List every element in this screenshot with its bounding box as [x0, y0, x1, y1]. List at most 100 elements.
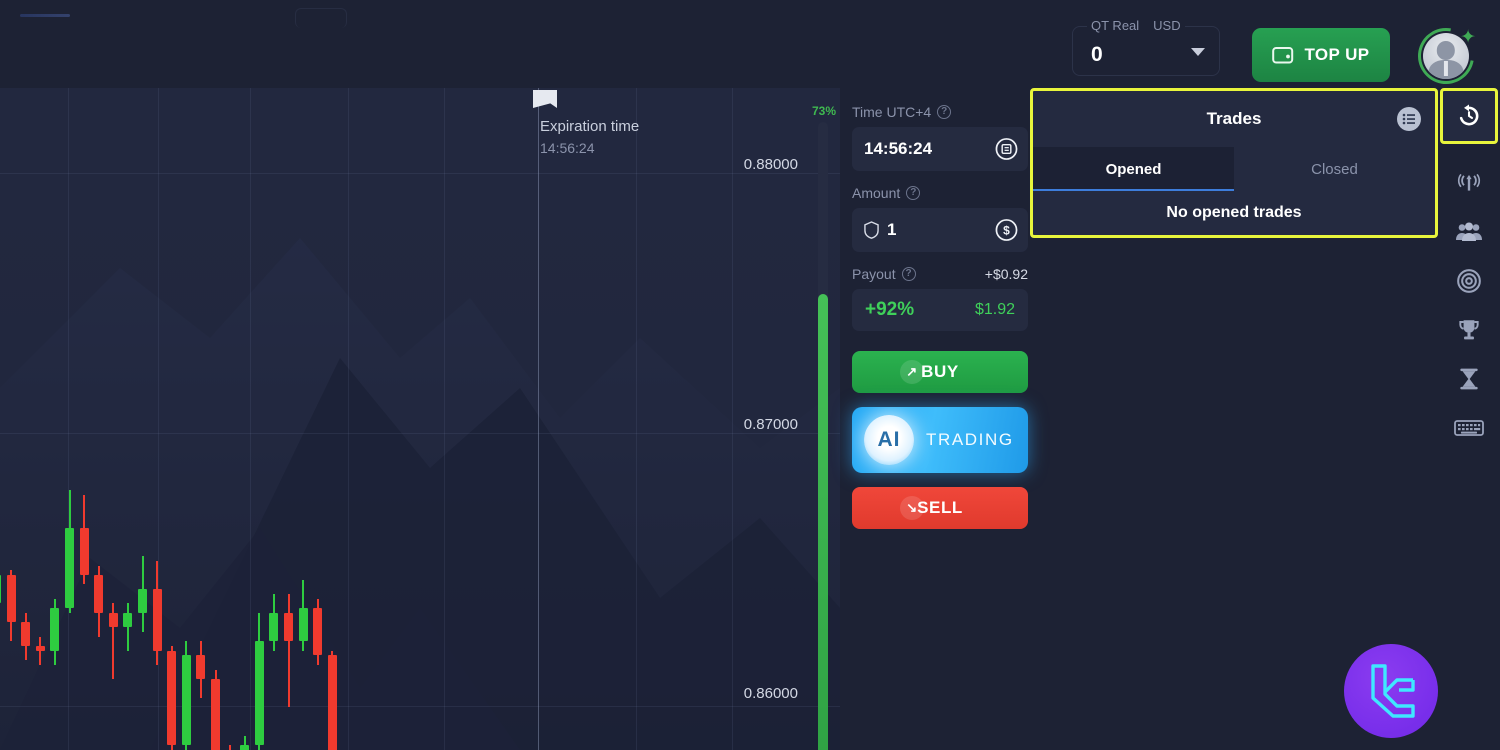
social-people-icon [1456, 222, 1482, 241]
buy-label: BUY [921, 362, 959, 381]
topbar-tab-ghost [295, 8, 347, 28]
amount-field-label: Amount ? [852, 185, 1028, 201]
candlestick [79, 88, 89, 750]
target-icon [1457, 268, 1481, 293]
candlestick [284, 88, 293, 750]
grid-line [250, 88, 251, 750]
payout-add-value: +$0.92 [984, 266, 1028, 282]
sentiment-percent: 73% [812, 104, 837, 118]
trade-controls-panel: Time UTC+4 ? 14:56:24 Amount ? 1 $ Payou… [840, 88, 1040, 750]
arrow-down-right-icon: ↘ [900, 496, 924, 520]
ai-badge-text: AI [877, 428, 901, 451]
chevron-down-icon[interactable] [1191, 48, 1205, 56]
shield-icon [864, 221, 879, 239]
time-input[interactable]: 14:56:24 [852, 127, 1028, 171]
candlestick [6, 88, 16, 750]
candlestick [152, 88, 162, 750]
grid-line [444, 88, 445, 750]
payout-label-text: Payout [852, 266, 896, 282]
amount-label-text: Amount [852, 185, 901, 201]
payout-amount: $1.92 [974, 301, 1015, 318]
price-chart[interactable]: Expiration time 14:56:24 0.88000 0.87000… [0, 88, 840, 750]
candlestick [35, 88, 45, 750]
candlestick [269, 88, 279, 750]
right-sidebar [1438, 88, 1500, 750]
time-label-text: Time UTC+4 [852, 104, 932, 120]
candlestick [211, 88, 220, 750]
candlestick [254, 88, 264, 750]
trades-title: Trades [1206, 109, 1262, 128]
sidebar-item-history[interactable] [1440, 88, 1498, 144]
candlestick [108, 88, 118, 750]
amount-input-value: 1 [887, 220, 897, 239]
price-label: 0.86000 [743, 685, 798, 702]
candlestick [240, 88, 250, 750]
time-field-label: Time UTC+4 ? [852, 104, 1028, 120]
trades-empty-message: No opened trades [1166, 204, 1302, 221]
tab-opened[interactable]: Opened [1033, 147, 1234, 191]
grid-line [636, 88, 637, 750]
candlestick [196, 88, 206, 750]
ai-trading-button[interactable]: AI TRADING [852, 407, 1028, 473]
question-mark-icon[interactable]: ? [906, 186, 921, 200]
expiration-title: Expiration time [540, 118, 640, 135]
balance-labels: QT Real USD [1087, 18, 1185, 33]
top-up-label: TOP UP [1304, 45, 1370, 64]
list-icon[interactable] [1397, 107, 1421, 131]
calendar-icon[interactable] [995, 138, 1018, 161]
trades-tabs: Opened Closed [1033, 147, 1435, 191]
candlestick [50, 88, 60, 750]
tab-opened-label: Opened [1105, 160, 1162, 178]
top-bar: QT Real USD 0 TOP UP ✦ [0, 0, 1500, 95]
sidebar-item-keyboard[interactable] [1438, 403, 1500, 452]
price-label: 0.88000 [743, 156, 798, 173]
candlestick [0, 88, 1, 750]
question-mark-icon[interactable]: ? [901, 267, 916, 281]
expiration-line [538, 88, 539, 750]
lc-logo-icon[interactable] [1344, 644, 1438, 738]
hourglass-icon [1460, 368, 1478, 389]
candlestick [327, 88, 337, 750]
candlestick [123, 88, 133, 750]
signal-antenna-icon [1457, 173, 1481, 191]
candlestick [65, 88, 74, 750]
svg-text:$: $ [1003, 223, 1010, 237]
sidebar-item-target[interactable] [1438, 256, 1500, 305]
top-up-button[interactable]: TOP UP [1252, 28, 1390, 82]
trades-panel: Trades Opened Closed No opened trades [1030, 88, 1438, 238]
question-mark-icon[interactable]: ? [937, 105, 952, 119]
payout-row: Payout ? +$0.92 [852, 266, 1028, 282]
sidebar-item-signals[interactable] [1438, 158, 1500, 207]
sidebar-item-hourglass[interactable] [1438, 354, 1500, 403]
sidebar-item-social[interactable] [1438, 207, 1500, 256]
ai-trading-label: TRADING [926, 430, 1014, 449]
tab-closed-label: Closed [1311, 160, 1358, 178]
avatar[interactable]: ✦ [1407, 17, 1485, 95]
payout-label: Payout ? [852, 266, 916, 282]
sentiment-bar-fill [818, 293, 828, 750]
candlestick [226, 88, 235, 750]
wallet-icon [1272, 47, 1294, 64]
price-label: 0.87000 [743, 416, 798, 433]
candlestick [181, 88, 191, 750]
candlestick [21, 88, 31, 750]
topbar-asset-ghost [20, 14, 70, 17]
account-type-label: QT Real [1091, 18, 1140, 33]
candlestick [313, 88, 323, 750]
sparkle-icon: ✦ [1460, 27, 1476, 48]
tab-closed[interactable]: Closed [1234, 147, 1435, 191]
candlestick [167, 88, 177, 750]
time-input-value: 14:56:24 [864, 139, 933, 158]
trophy-icon [1459, 319, 1479, 339]
keyboard-icon [1454, 419, 1484, 436]
currency-label: USD [1153, 18, 1181, 33]
amount-input[interactable]: 1 $ [852, 208, 1028, 252]
dollar-circle-icon[interactable]: $ [995, 219, 1018, 242]
grid-line [732, 88, 733, 750]
sidebar-item-tournaments[interactable] [1438, 305, 1500, 354]
balance-value: 0 [1091, 43, 1103, 66]
sell-button[interactable]: ↘ SELL [852, 487, 1028, 529]
balance-selector[interactable]: QT Real USD 0 [1072, 18, 1220, 76]
sentiment-bar [818, 122, 828, 750]
buy-button[interactable]: ↗ BUY [852, 351, 1028, 393]
